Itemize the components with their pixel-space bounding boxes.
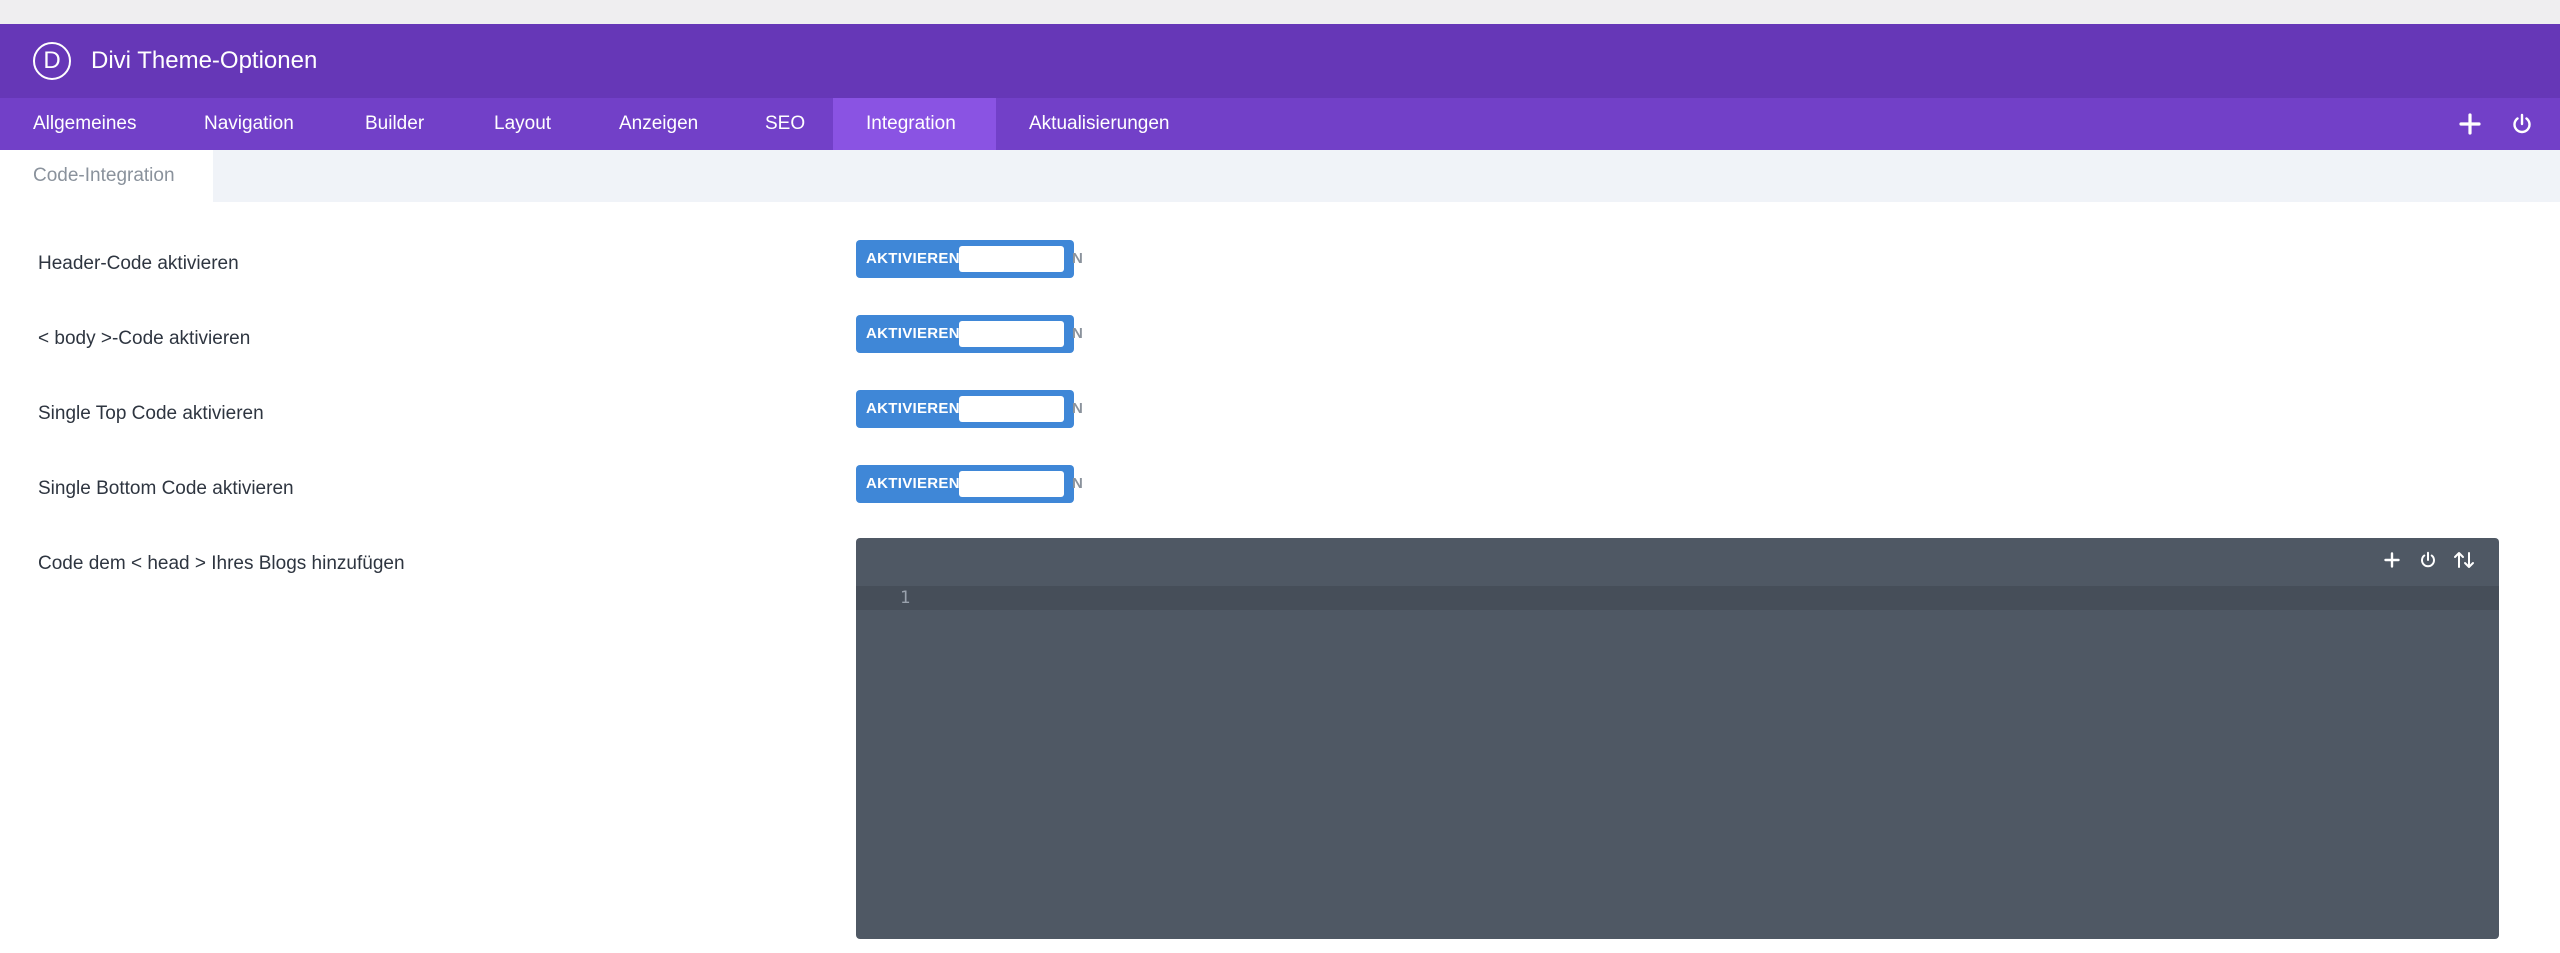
header-code-toggle[interactable]: AKTIVIEREN (856, 240, 1074, 278)
setting-label-single-top-code: Single Top Code aktivieren (38, 403, 264, 424)
sort-arrows-icon[interactable] (2450, 546, 2478, 574)
body-code-toggle[interactable]: AKTIVIEREN (856, 315, 1074, 353)
toggle-off-label: N (1072, 475, 1083, 492)
setting-label-single-bottom-code: Single Bottom Code aktivieren (38, 478, 294, 499)
toggle-on-label: AKTIVIEREN (866, 250, 960, 267)
plus-icon[interactable] (2378, 546, 2406, 574)
power-icon[interactable] (2506, 108, 2538, 140)
toggle-off-label: N (1072, 325, 1083, 342)
tab-navigation[interactable]: Navigation (171, 98, 327, 150)
setting-label-header-code: Header-Code aktivieren (38, 253, 239, 274)
tab-layout[interactable]: Layout (461, 98, 584, 150)
tab-anzeigen[interactable]: Anzeigen (586, 98, 731, 150)
title-bar: D Divi Theme-Optionen (0, 24, 2560, 98)
tab-builder[interactable]: Builder (332, 98, 457, 150)
line-number: 1 (900, 588, 911, 608)
toggle-on-label: AKTIVIEREN (866, 325, 960, 342)
theme-options-window: D Divi Theme-Optionen Allgemeines Naviga… (0, 24, 2560, 953)
single-top-code-toggle[interactable]: AKTIVIEREN (856, 390, 1074, 428)
toggle-off-label: N (1072, 400, 1083, 417)
editor-active-line (856, 586, 2499, 610)
setting-label-body-code: < body >-Code aktivieren (38, 328, 251, 349)
subtab-code-integration[interactable]: Code-Integration (0, 150, 213, 202)
toggle-on-label: AKTIVIEREN (866, 475, 960, 492)
tab-aktualisierungen[interactable]: Aktualisierungen (996, 98, 1202, 150)
toggle-knob (959, 246, 1064, 272)
tab-seo[interactable]: SEO (732, 98, 838, 150)
toggle-on-label: AKTIVIEREN (866, 400, 960, 417)
tab-allgemeines[interactable]: Allgemeines (0, 98, 170, 150)
main-tab-bar: Allgemeines Navigation Builder Layout An… (0, 98, 2560, 150)
sub-tab-bar: Code-Integration (0, 150, 2560, 202)
app-title: Divi Theme-Optionen (91, 47, 318, 74)
toggle-knob (959, 471, 1064, 497)
plus-icon[interactable] (2454, 108, 2486, 140)
toggle-knob (959, 396, 1064, 422)
toggle-off-label: N (1072, 250, 1083, 267)
single-bottom-code-toggle[interactable]: AKTIVIEREN (856, 465, 1074, 503)
head-code-editor[interactable]: 1 (856, 538, 2499, 939)
toggle-knob (959, 321, 1064, 347)
divi-logo: D (33, 42, 71, 80)
setting-label-head-code: Code dem < head > Ihres Blogs hinzufügen (38, 553, 405, 574)
power-icon[interactable] (2414, 546, 2442, 574)
tab-integration[interactable]: Integration (833, 98, 996, 150)
